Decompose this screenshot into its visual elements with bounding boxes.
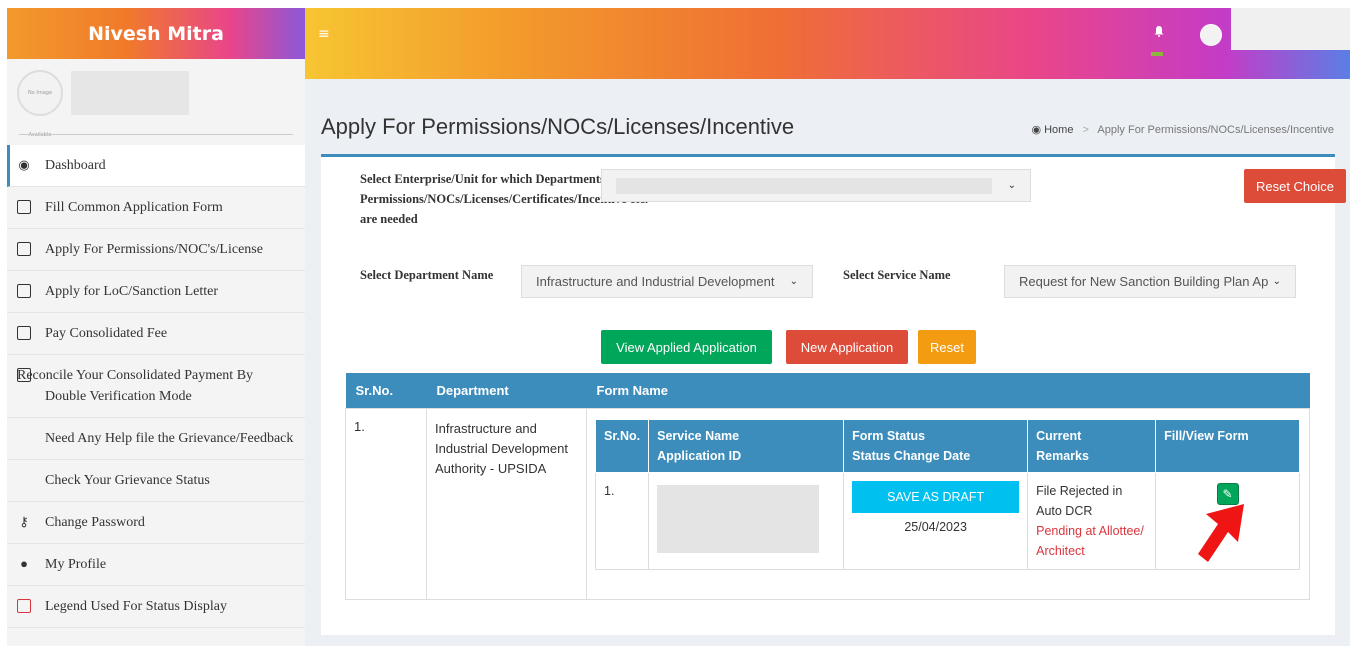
status-badge[interactable]: SAVE AS DRAFT [852, 481, 1020, 513]
page-title: Apply For Permissions/NOCs/Licenses/Ince… [321, 114, 795, 139]
top-navbar: ≡ [305, 8, 1350, 79]
divider [19, 134, 293, 135]
new-application-button[interactable]: New Application [786, 330, 908, 364]
current-header: Current [1036, 429, 1082, 443]
column-header-srno: Sr.No. [594, 419, 650, 473]
chevron-down-icon: ⌄ [789, 276, 798, 287]
sidebar-item-label: Need Any Help file the Grievance/Feedbac… [45, 431, 294, 446]
sidebar: Nivesh Mitra No Image Available ◉ Dashbo… [7, 8, 305, 646]
row-srno: 1. [345, 408, 427, 600]
sidebar-item-label: Legend Used For Status Display [45, 599, 227, 614]
column-header-status: Form Status Status Change Date [843, 419, 1029, 473]
sidebar-item-label: Check Your Grievance Status [45, 473, 210, 488]
breadcrumb-current: Apply For Permissions/NOCs/Licenses/Ince… [1097, 124, 1334, 136]
user-name-redacted[interactable] [1231, 8, 1350, 50]
department-selected-value: Infrastructure and Industrial Developmen… [536, 274, 775, 289]
credit-card-icon [17, 326, 31, 340]
application-id-header: Application ID [657, 449, 742, 463]
hamburger-menu-icon[interactable]: ≡ [318, 26, 330, 42]
column-header-fill-view: Fill/View Form [1155, 419, 1300, 473]
sidebar-item-pay-fee[interactable]: Pay Consolidated Fee [7, 313, 305, 355]
view-applied-application-button[interactable]: View Applied Application [601, 330, 772, 364]
chevron-down-icon: ⌄ [1272, 276, 1281, 287]
brand-logo[interactable]: Nivesh Mitra [7, 8, 305, 59]
row-status-cell: SAVE AS DRAFT 25/04/2023 [843, 472, 1029, 570]
document-icon [17, 242, 31, 256]
table-row: 1. Infrastructure and Industrial Develop… [345, 408, 1310, 600]
sidebar-item-label: Reconcile Your Consolidated Payment By D… [17, 368, 254, 404]
remarks-header: Remarks [1036, 449, 1089, 463]
user-icon: ● [20, 556, 28, 571]
application-card: Select Enterprise/Unit for which Departm… [321, 154, 1346, 635]
sidebar-item-grievance[interactable]: Need Any Help file the Grievance/Feedbac… [7, 418, 305, 460]
avatar[interactable] [1200, 24, 1222, 46]
service-selected-value: Request for New Sanction Building Plan A… [1019, 274, 1269, 289]
document-icon [17, 284, 31, 298]
enterprise-select[interactable]: ⌄ [601, 169, 1031, 202]
column-header-form-name: Form Name [586, 373, 1310, 409]
sidebar-item-apply-loc[interactable]: Apply for LoC/Sanction Letter [7, 271, 305, 313]
applications-table: Sr.No. Department Form Name 1. Infrastru… [345, 373, 1310, 600]
department-select[interactable]: Infrastructure and Industrial Developmen… [521, 265, 813, 298]
column-header-service: Service Name Application ID [648, 419, 845, 473]
remark-text: File Rejected in Auto DCR [1036, 484, 1123, 518]
annotation-arrow-icon [1198, 504, 1244, 562]
column-header-srno: Sr.No. [345, 373, 427, 409]
form-icon [17, 200, 31, 214]
sidebar-item-label: Pay Consolidated Fee [45, 326, 168, 341]
row-srno: 1. [594, 472, 650, 570]
row-remarks-cell: File Rejected in Auto DCR Pending at All… [1027, 472, 1157, 570]
row-service-cell [648, 472, 845, 570]
row-department: Infrastructure and Industrial Developmen… [426, 408, 587, 600]
user-panel: No Image Available [7, 59, 305, 138]
form-status-header: Form Status [852, 429, 926, 443]
enterprise-value-redacted [616, 177, 992, 194]
sidebar-item-legend[interactable]: Legend Used For Status Display [7, 586, 305, 628]
sidebar-menu: ◉ Dashboard Fill Common Application Form… [7, 145, 305, 628]
dashboard-icon: ◉ [18, 157, 30, 172]
service-select[interactable]: Request for New Sanction Building Plan A… [1004, 265, 1296, 298]
home-icon: ◉ [1031, 124, 1042, 136]
user-name-redacted [71, 71, 189, 115]
service-label: Select Service Name [843, 268, 951, 282]
pending-text: Pending at Allottee/ Architect [1036, 524, 1144, 558]
status-change-date-header: Status Change Date [852, 449, 971, 463]
service-name-header: Service Name [657, 429, 740, 443]
avatar: No Image Available [17, 70, 63, 138]
sidebar-item-reconcile-payment[interactable]: Reconcile Your Consolidated Payment By D… [7, 355, 305, 418]
chevron-down-icon: ⌄ [1007, 180, 1016, 191]
bell-icon[interactable] [1153, 25, 1165, 37]
breadcrumb: ◉ Home > Apply For Permissions/NOCs/Lice… [1031, 123, 1334, 136]
sidebar-item-label: Dashboard [45, 158, 106, 173]
breadcrumb-separator: > [1082, 124, 1089, 136]
reset-button[interactable]: Reset [918, 330, 976, 364]
notification-badge [1151, 52, 1163, 56]
sidebar-item-dashboard[interactable]: ◉ Dashboard [7, 145, 305, 187]
sidebar-item-grievance-status[interactable]: Check Your Grievance Status [7, 460, 305, 502]
sidebar-item-label: My Profile [45, 557, 107, 572]
department-label: Select Department Name [360, 268, 494, 282]
sidebar-item-label: Fill Common Application Form [45, 200, 223, 215]
column-header-department: Department [426, 373, 587, 409]
breadcrumb-home[interactable]: Home [1044, 124, 1073, 136]
column-header-remarks: Current Remarks [1027, 419, 1157, 473]
square-icon [17, 599, 31, 613]
status-date: 25/04/2023 [904, 520, 967, 534]
sidebar-item-change-password[interactable]: ⚷ Change Password [7, 502, 305, 544]
sidebar-item-apply-permissions[interactable]: Apply For Permissions/NOC's/License [7, 229, 305, 271]
sidebar-item-label: Change Password [45, 515, 145, 530]
sidebar-item-my-profile[interactable]: ● My Profile [7, 544, 305, 586]
service-name-redacted [657, 485, 820, 553]
key-icon: ⚷ [19, 514, 29, 529]
sidebar-item-fill-common-application[interactable]: Fill Common Application Form [7, 187, 305, 229]
sidebar-item-label: Apply for LoC/Sanction Letter [45, 284, 219, 299]
sidebar-item-label: Apply For Permissions/NOC's/License [45, 242, 263, 257]
reset-choice-button[interactable]: Reset Choice [1244, 169, 1346, 203]
